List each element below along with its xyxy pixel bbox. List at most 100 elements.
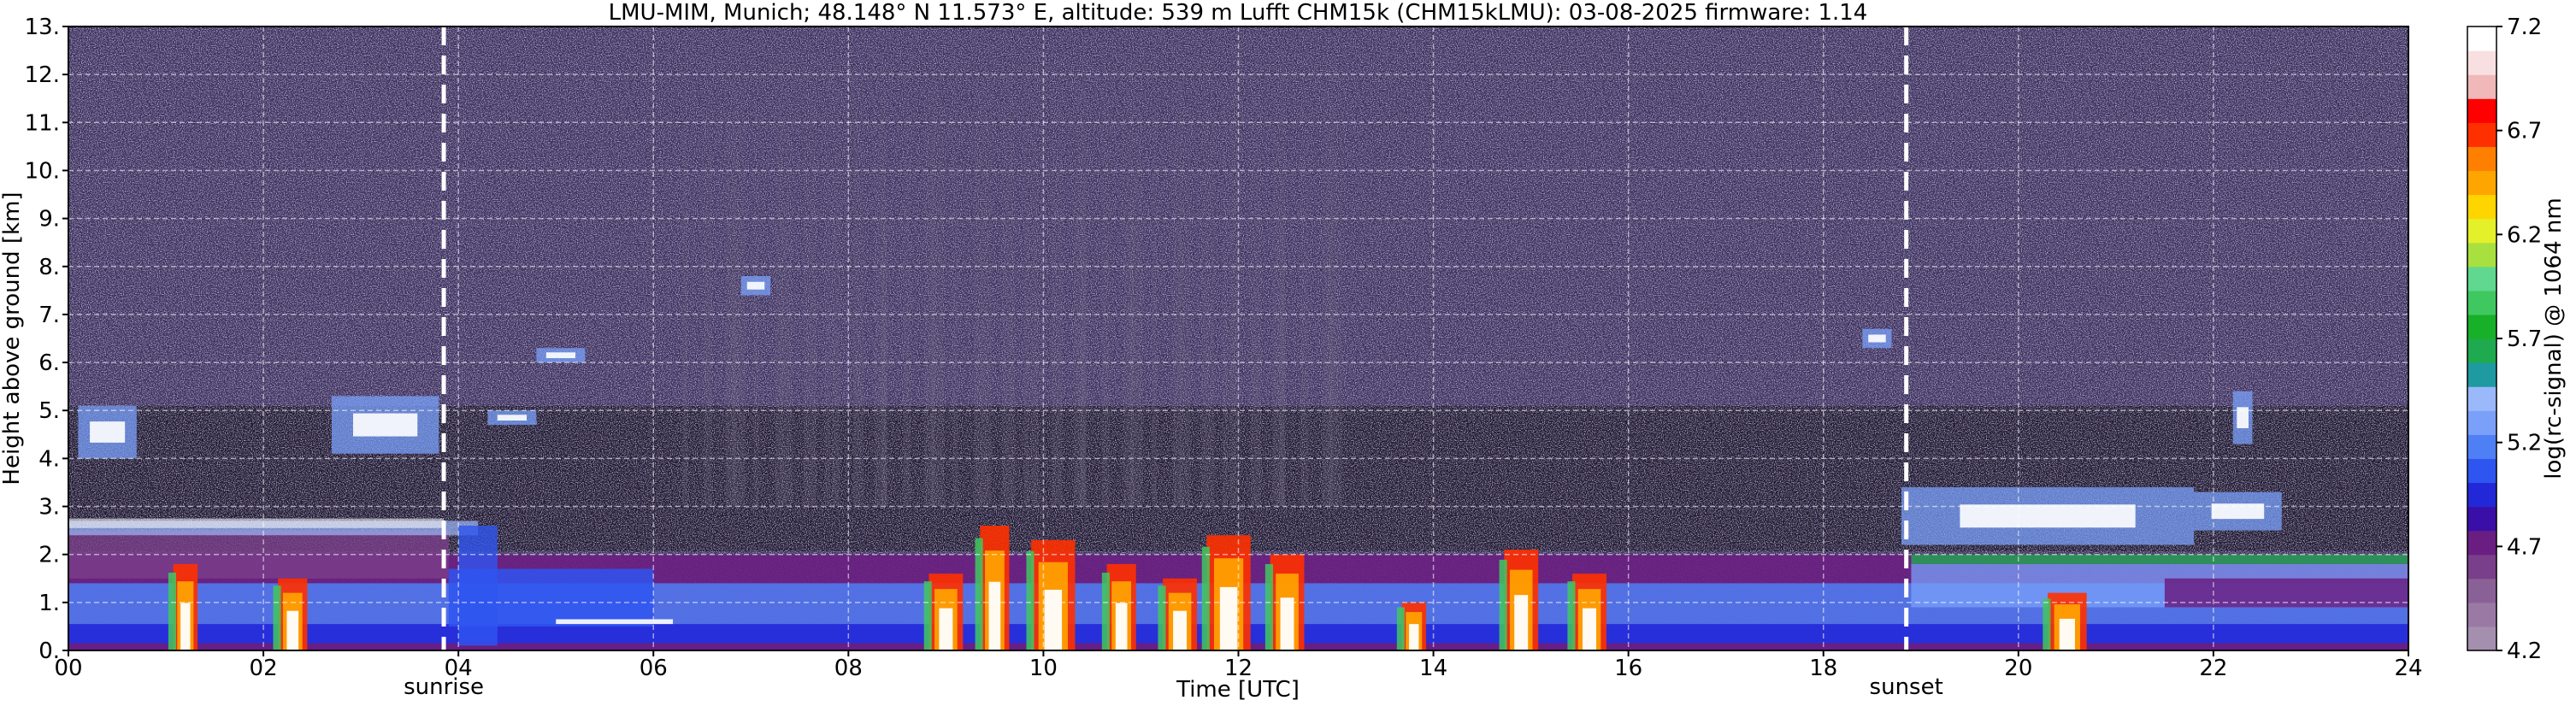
plume	[286, 610, 299, 650]
y-tick-label: 10.	[25, 158, 60, 184]
colorbar-segment	[2467, 314, 2496, 339]
x-tick-label: 08	[834, 656, 863, 681]
colorbar-segment	[2467, 530, 2496, 556]
plume	[1499, 559, 1507, 650]
cloud-patch	[497, 415, 527, 421]
x-tick-label: 22	[2199, 656, 2227, 681]
plume	[1219, 586, 1238, 650]
plume	[1409, 624, 1419, 650]
y-tick-label: 5.	[38, 398, 60, 424]
colorbar-segment	[2467, 170, 2496, 196]
colorbar-segment	[2467, 98, 2496, 123]
plume	[1583, 608, 1597, 650]
plume	[923, 581, 932, 650]
cloud-patch	[1960, 504, 2136, 528]
y-tick-label: 2.	[38, 543, 60, 568]
colorbar-segment	[2467, 410, 2496, 435]
y-tick-label: 13.	[25, 15, 60, 40]
x-tick-label: 02	[250, 656, 278, 681]
colorbar-segment	[2467, 482, 2496, 508]
y-axis: 0. 1. 2. 3. 4. 5. 6. 7. 8. 9. 10. 11. 12. 13.	[25, 15, 68, 664]
colorbar-segment	[2467, 362, 2496, 387]
y-tick-label: 11.	[25, 110, 60, 136]
y-tick-label: 3.	[38, 495, 60, 521]
plume	[1514, 595, 1529, 650]
x-tick-label: 24	[2394, 656, 2422, 681]
colorbar-tick-label: 7.2	[2507, 15, 2542, 40]
plume	[1173, 610, 1188, 650]
cloud-patch	[353, 413, 418, 437]
chart-title: LMU-MIM, Munich; 48.148° N 11.573° E, al…	[609, 0, 1868, 26]
x-tick-label: 06	[640, 656, 668, 681]
colorbar-segment	[2467, 50, 2496, 75]
colorbar-segment	[2467, 146, 2496, 172]
plume	[1264, 563, 1273, 650]
colorbar-segment	[2467, 626, 2496, 651]
colorbar-tick-label: 6.7	[2507, 119, 2542, 144]
colorbar-tick-label: 4.7	[2507, 534, 2542, 560]
plume	[1567, 581, 1576, 650]
x-axis-label: Time [UTC]	[1176, 677, 1300, 703]
colorbar-segment	[2467, 434, 2496, 459]
colorbar-segment	[2467, 266, 2496, 291]
colorbar-label: log(rc-signal) @ 1064 nm	[2541, 197, 2567, 479]
colorbar-segment	[2467, 458, 2496, 484]
x-tick-label: 04	[445, 656, 473, 681]
cloud-band	[556, 619, 674, 625]
x-tick-label: 10	[1029, 656, 1058, 681]
sunset-label: sunset	[1870, 674, 1943, 700]
y-tick-label: 7.	[38, 303, 60, 328]
plume	[1158, 585, 1166, 650]
plume	[2059, 618, 2075, 650]
colorbar-segment	[2467, 554, 2496, 580]
colorbar-tick-label: 5.2	[2507, 431, 2542, 456]
colorbar-segment	[2467, 218, 2496, 244]
y-tick-label: 6.	[38, 350, 60, 376]
plume	[273, 585, 281, 650]
colorbar-segment	[2467, 242, 2496, 268]
cloud-patch	[90, 421, 126, 443]
plume	[1201, 546, 1210, 650]
colorbar-segment	[2467, 74, 2496, 99]
colorbar-segment	[2467, 338, 2496, 363]
colorbar-segment	[2467, 386, 2496, 411]
colorbar-segment	[2467, 26, 2496, 51]
plume	[180, 603, 191, 650]
x-tick-label: 20	[2004, 656, 2032, 681]
cloud-patch	[545, 352, 576, 359]
colorbar-tick-label: 4.2	[2507, 638, 2542, 664]
cloud-patch	[1868, 334, 1886, 343]
plume	[1101, 573, 1110, 650]
plume	[1044, 589, 1063, 650]
plume	[988, 581, 1001, 650]
plume	[2043, 598, 2051, 650]
y-tick-label: 0.	[38, 638, 60, 664]
colorbar-segment	[2467, 506, 2496, 532]
y-tick-label: 1.	[38, 591, 60, 616]
plume	[1396, 607, 1405, 650]
y-tick-label: 9.	[38, 207, 60, 232]
plume	[939, 608, 953, 650]
plume	[168, 573, 177, 650]
x-tick-label: 16	[1614, 656, 1642, 681]
plume	[1280, 597, 1294, 650]
y-tick-label: 4.	[38, 446, 60, 472]
colorbar-tick-label: 6.2	[2507, 222, 2542, 248]
x-tick-label: 18	[1809, 656, 1837, 681]
cloud-patch	[68, 518, 445, 528]
plume	[1115, 603, 1128, 650]
colorbar-segment	[2467, 578, 2496, 603]
colorbar-segment	[2467, 602, 2496, 627]
ceilometer-chart: LMU-MIM, Munich; 48.148° N 11.573° E, al…	[0, 0, 2567, 703]
cloud-patch	[458, 526, 498, 646]
colorbar-segment	[2467, 194, 2496, 220]
colorbar-segment	[2467, 122, 2496, 147]
y-tick-label: 8.	[38, 255, 60, 280]
y-tick-label: 12.	[25, 62, 60, 88]
signal-band	[1911, 554, 2408, 564]
plume	[1026, 550, 1035, 650]
colorbar-segment	[2467, 290, 2496, 315]
y-axis-label: Height above ground [km]	[0, 191, 25, 485]
colorbar-tick-label: 5.7	[2507, 327, 2542, 352]
colorbar: 4.2 4.7 5.2 5.7 6.2 6.7 7.2	[2467, 15, 2542, 664]
